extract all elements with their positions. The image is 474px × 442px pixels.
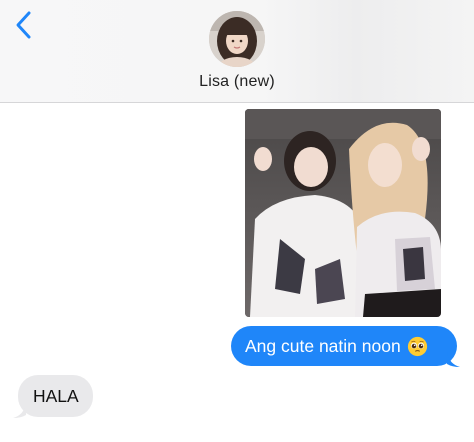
conversation-header: Lisa (new): [0, 0, 474, 103]
message-text: Ang cute natin noon: [245, 335, 401, 356]
incoming-message-bubble[interactable]: HALA: [18, 375, 93, 417]
outgoing-bubble-tail: [447, 352, 460, 367]
photo-image: [245, 109, 441, 317]
contact-avatar[interactable]: [209, 11, 265, 67]
pleading-face-emoji-icon: [407, 336, 427, 356]
avatar-image: [209, 11, 265, 67]
contact-name[interactable]: Lisa (new): [0, 73, 474, 91]
chevron-left-icon: [16, 11, 31, 39]
outgoing-message-bubble[interactable]: Ang cute natin noon: [231, 326, 457, 366]
incoming-bubble-tail: [13, 403, 26, 418]
back-button[interactable]: [10, 8, 40, 42]
photo-message[interactable]: [245, 109, 441, 317]
message-text: HALA: [33, 385, 79, 406]
